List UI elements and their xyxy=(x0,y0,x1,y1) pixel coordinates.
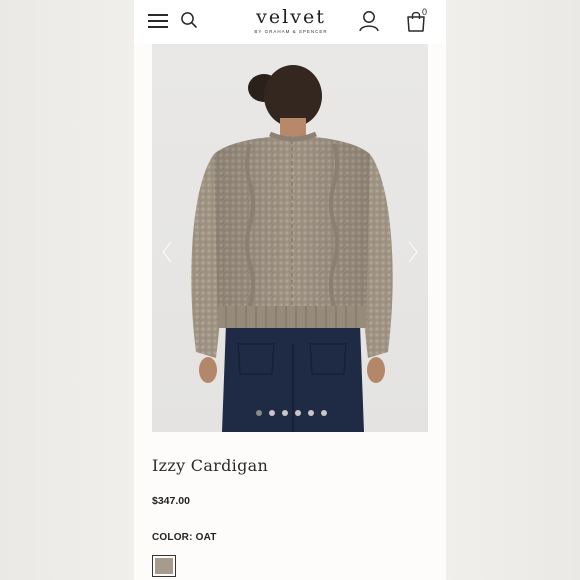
right-backdrop xyxy=(446,0,580,580)
carousel-dot[interactable] xyxy=(308,410,314,416)
swatch-fill xyxy=(155,558,173,574)
color-swatch-oat[interactable] xyxy=(152,555,176,577)
brand-name: velvet xyxy=(256,6,326,28)
previous-image-arrow-icon[interactable] xyxy=(160,240,174,264)
account-icon[interactable] xyxy=(358,9,380,33)
product-image-carousel[interactable] xyxy=(152,44,428,432)
product-page: velvet BY GRAHAM & SPENCER 0 Izzy Cardig… xyxy=(134,0,446,580)
brand-logo[interactable]: velvet BY GRAHAM & SPENCER xyxy=(236,6,346,34)
cart-count-badge: 0 xyxy=(422,7,428,17)
model-wearing-cardigan-image xyxy=(191,65,393,432)
carousel-dot[interactable] xyxy=(321,410,327,416)
site-header: velvet BY GRAHAM & SPENCER 0 xyxy=(134,0,446,44)
menu-icon[interactable] xyxy=(148,14,168,28)
color-label: COLOR: OAT xyxy=(152,532,217,543)
brand-tagline: BY GRAHAM & SPENCER xyxy=(254,29,328,34)
carousel-dot[interactable] xyxy=(256,410,262,416)
carousel-dot[interactable] xyxy=(295,410,301,416)
carousel-dot[interactable] xyxy=(282,410,288,416)
carousel-dot[interactable] xyxy=(269,410,275,416)
next-image-arrow-icon[interactable] xyxy=(406,240,420,264)
left-backdrop xyxy=(0,0,134,580)
carousel-pagination-dots xyxy=(256,410,336,418)
search-icon[interactable] xyxy=(180,11,198,29)
product-title: Izzy Cardigan xyxy=(152,456,269,475)
product-price: $347.00 xyxy=(152,495,190,507)
